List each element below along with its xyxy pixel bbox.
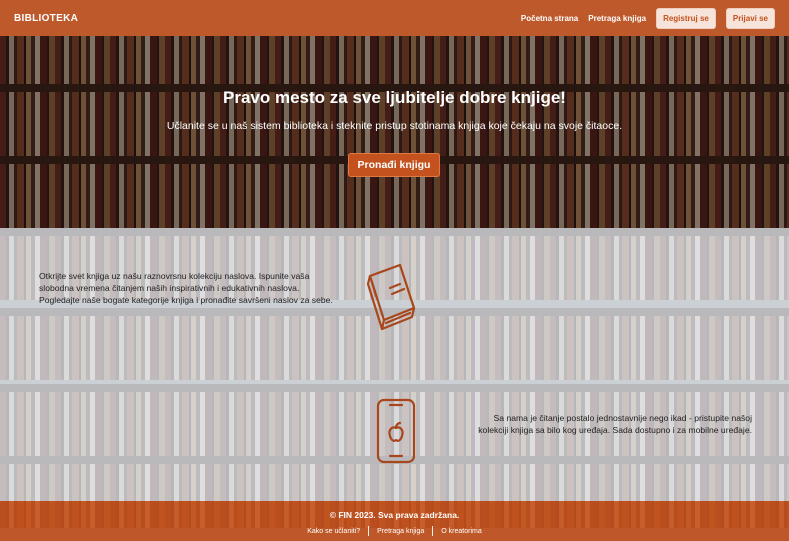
brand-logo[interactable]: BIBLIOTEKA (14, 13, 78, 24)
hero-section: Pravo mesto za sve ljubitelje dobre knji… (0, 36, 789, 228)
nav-link-home[interactable]: Početna strana (521, 14, 578, 23)
copyright-text: © FIN 2023. Sva prava zadržana. (329, 510, 460, 520)
phone-icon (372, 396, 420, 466)
footer-links: Kako se učlaniti? Pretraga knjiga O krea… (0, 526, 789, 536)
book-icon (362, 262, 424, 334)
navbar: BIBLIOTEKA Početna strana Pretraga knjig… (0, 0, 789, 36)
nav-menu: Početna strana Pretraga knjiga Registruj… (521, 7, 775, 29)
find-book-button[interactable]: Pronađi knjigu (348, 153, 440, 177)
login-button[interactable]: Prijavi se (725, 7, 775, 29)
hero-subtitle: Učlanite se u naš sistem biblioteka i st… (166, 120, 623, 132)
footer-link-about[interactable]: O kreatorima (441, 528, 481, 535)
feature-text-mobile: Sa nama je čitanje postalo jednostavnije… (478, 413, 752, 436)
footer-link-search[interactable]: Pretraga knjiga (377, 528, 424, 535)
footer-link-how-to-join[interactable]: Kako se učlaniti? (307, 528, 360, 535)
footer-divider (368, 526, 370, 536)
footer-divider (432, 526, 434, 536)
hero-title: Pravo mesto za sve ljubitelje dobre knji… (223, 88, 566, 107)
nav-link-search[interactable]: Pretraga knjiga (588, 14, 646, 23)
feature-text-collection: Otkrijte svet knjiga uz našu raznovrsnu … (39, 271, 333, 306)
footer: © FIN 2023. Sva prava zadržana. Kako se … (0, 501, 789, 541)
register-button[interactable]: Registruj se (656, 7, 716, 29)
